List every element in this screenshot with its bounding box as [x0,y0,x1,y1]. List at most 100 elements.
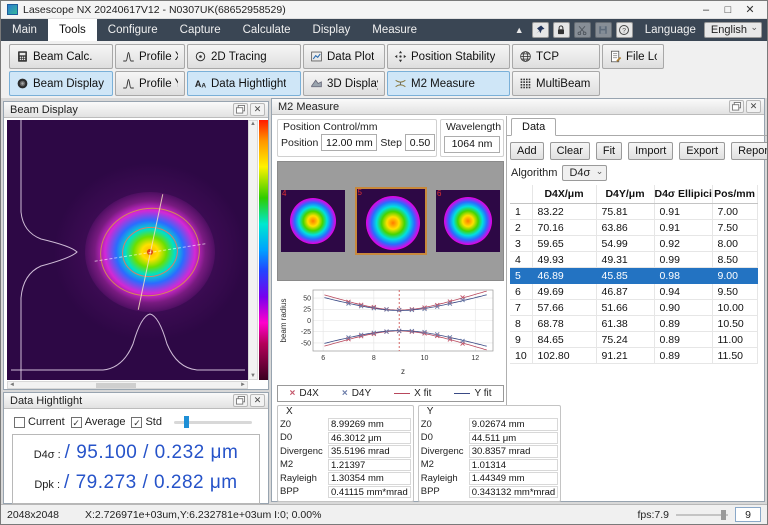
table-cell[interactable]: 75.24 [596,332,654,348]
close-icon[interactable]: ✕ [250,103,265,116]
table-cell[interactable]: 0.91 [654,204,712,220]
table-row-2[interactable]: 270.1663.860.917.50 [510,220,757,236]
menu-item-tools[interactable]: Tools [48,19,97,41]
beam-thumbnail-5[interactable]: 5 [355,187,427,255]
table-cell[interactable]: 70.16 [532,220,596,236]
table-cell[interactable]: 10 [510,348,532,364]
table-cell[interactable]: 91.21 [596,348,654,364]
horizontal-scrollbar[interactable]: ◄► [7,381,248,389]
table-cell[interactable]: 7.00 [712,204,757,220]
toolbar-button-profile-y[interactable]: Profile Y [115,71,185,96]
checkbox-current[interactable]: Current [14,416,65,428]
table-row-4[interactable]: 449.9349.310.998.50 [510,252,757,268]
toolbar-button-tcp[interactable]: TCP [512,44,600,69]
table-cell[interactable]: 63.86 [596,220,654,236]
toolbar-button-multibeam[interactable]: MultiBeam [512,71,600,96]
table-cell[interactable]: 0.92 [654,236,712,252]
export-button[interactable]: Export [679,142,725,160]
table-cell[interactable]: 102.80 [532,348,596,364]
menu-item-capture[interactable]: Capture [169,19,232,41]
scrollbar-thumb[interactable] [96,383,136,388]
slider-handle[interactable] [184,416,189,428]
table-cell[interactable]: 5 [510,268,532,284]
toolbar-button-position-stability[interactable]: Position Stability [387,44,510,69]
menu-item-measure[interactable]: Measure [361,19,428,41]
toolbar-button-beam-display[interactable]: Beam Display [9,71,113,96]
help-icon[interactable]: ? [616,22,633,38]
checkbox-box[interactable]: ✓ [131,417,142,428]
table-cell[interactable]: 59.65 [532,236,596,252]
table-cell[interactable]: 49.93 [532,252,596,268]
beam-image[interactable] [7,120,248,380]
table-cell[interactable]: 2 [510,220,532,236]
toolbar-button-2d-tracing[interactable]: 2D Tracing [187,44,301,69]
table-cell[interactable]: 0.89 [654,348,712,364]
toolbar-button-3d-display[interactable]: 3D Display [303,71,385,96]
checkbox-average[interactable]: ✓Average [71,416,126,428]
cut-icon[interactable] [574,22,591,38]
table-cell[interactable]: 57.66 [532,300,596,316]
table-row-7[interactable]: 757.6651.660.9010.00 [510,300,757,316]
table-cell[interactable]: 61.38 [596,316,654,332]
table-cell[interactable]: 6 [510,284,532,300]
table-row-9[interactable]: 984.6575.240.8911.00 [510,332,757,348]
close-icon[interactable]: ✕ [746,100,761,113]
save-icon[interactable] [595,22,612,38]
beam-thumbnail-4[interactable]: 4 [281,190,345,252]
table-cell[interactable]: 10.00 [712,300,757,316]
checkbox-box[interactable] [14,417,25,428]
table-cell[interactable]: 51.66 [596,300,654,316]
restore-icon[interactable] [233,103,248,116]
menu-item-main[interactable]: Main [1,19,48,41]
table-row-5[interactable]: 546.8945.850.989.00 [510,268,757,284]
table-cell[interactable]: 8 [510,316,532,332]
step-input[interactable] [405,134,435,151]
menu-item-configure[interactable]: Configure [97,19,169,41]
wavelength-input[interactable] [444,136,500,153]
table-cell[interactable]: 7.50 [712,220,757,236]
close-button[interactable]: ✕ [739,3,761,16]
table-cell[interactable]: 68.78 [532,316,596,332]
table-cell[interactable]: 3 [510,236,532,252]
table-cell[interactable]: 10.50 [712,316,757,332]
position-input[interactable] [321,134,377,151]
table-cell[interactable]: 83.22 [532,204,596,220]
table-cell[interactable]: 45.85 [596,268,654,284]
table-cell[interactable]: 9 [510,332,532,348]
table-cell[interactable]: 46.89 [532,268,596,284]
beam-thumbnail-6[interactable]: 6 [436,190,500,252]
toolbar-button-data-hightlight[interactable]: AAData Hightlight [187,71,301,96]
table-cell[interactable]: 0.91 [654,220,712,236]
menu-item-display[interactable]: Display [302,19,362,41]
toolbar-button-file-log[interactable]: File Log [602,44,664,69]
fps-slider-handle[interactable] [721,510,726,520]
table-cell[interactable]: 0.98 [654,268,712,284]
language-select[interactable]: English [704,22,762,38]
collapse-up-icon[interactable]: ▲ [511,22,528,38]
table-cell[interactable]: 9.00 [712,268,757,284]
restore-icon[interactable] [729,100,744,113]
toolbar-button-m2-measure[interactable]: M2 Measure [387,71,510,96]
table-cell[interactable]: 49.69 [532,284,596,300]
table-cell[interactable]: 0.99 [654,252,712,268]
table-cell[interactable]: 7 [510,300,532,316]
table-cell[interactable]: 54.99 [596,236,654,252]
table-row-8[interactable]: 868.7861.380.8910.50 [510,316,757,332]
table-cell[interactable]: 0.89 [654,316,712,332]
table-cell[interactable]: 4 [510,252,532,268]
restore-icon[interactable] [233,394,248,407]
table-cell[interactable]: 8.00 [712,236,757,252]
toolbar-button-beam-calc[interactable]: Beam Calc. [9,44,113,69]
minimize-button[interactable]: – [695,4,717,16]
table-cell[interactable]: 46.87 [596,284,654,300]
checkbox-box[interactable]: ✓ [71,417,82,428]
checkbox-std[interactable]: ✓Std [131,416,162,428]
fps-slider[interactable] [676,509,728,521]
table-row-10[interactable]: 10102.8091.210.8911.50 [510,348,757,364]
fps-value-box[interactable]: 9 [735,507,761,522]
table-cell[interactable]: 84.65 [532,332,596,348]
fit-button[interactable]: Fit [596,142,622,160]
maximize-button[interactable]: □ [717,4,739,16]
table-cell[interactable]: 8.50 [712,252,757,268]
table-row-6[interactable]: 649.6946.870.949.50 [510,284,757,300]
